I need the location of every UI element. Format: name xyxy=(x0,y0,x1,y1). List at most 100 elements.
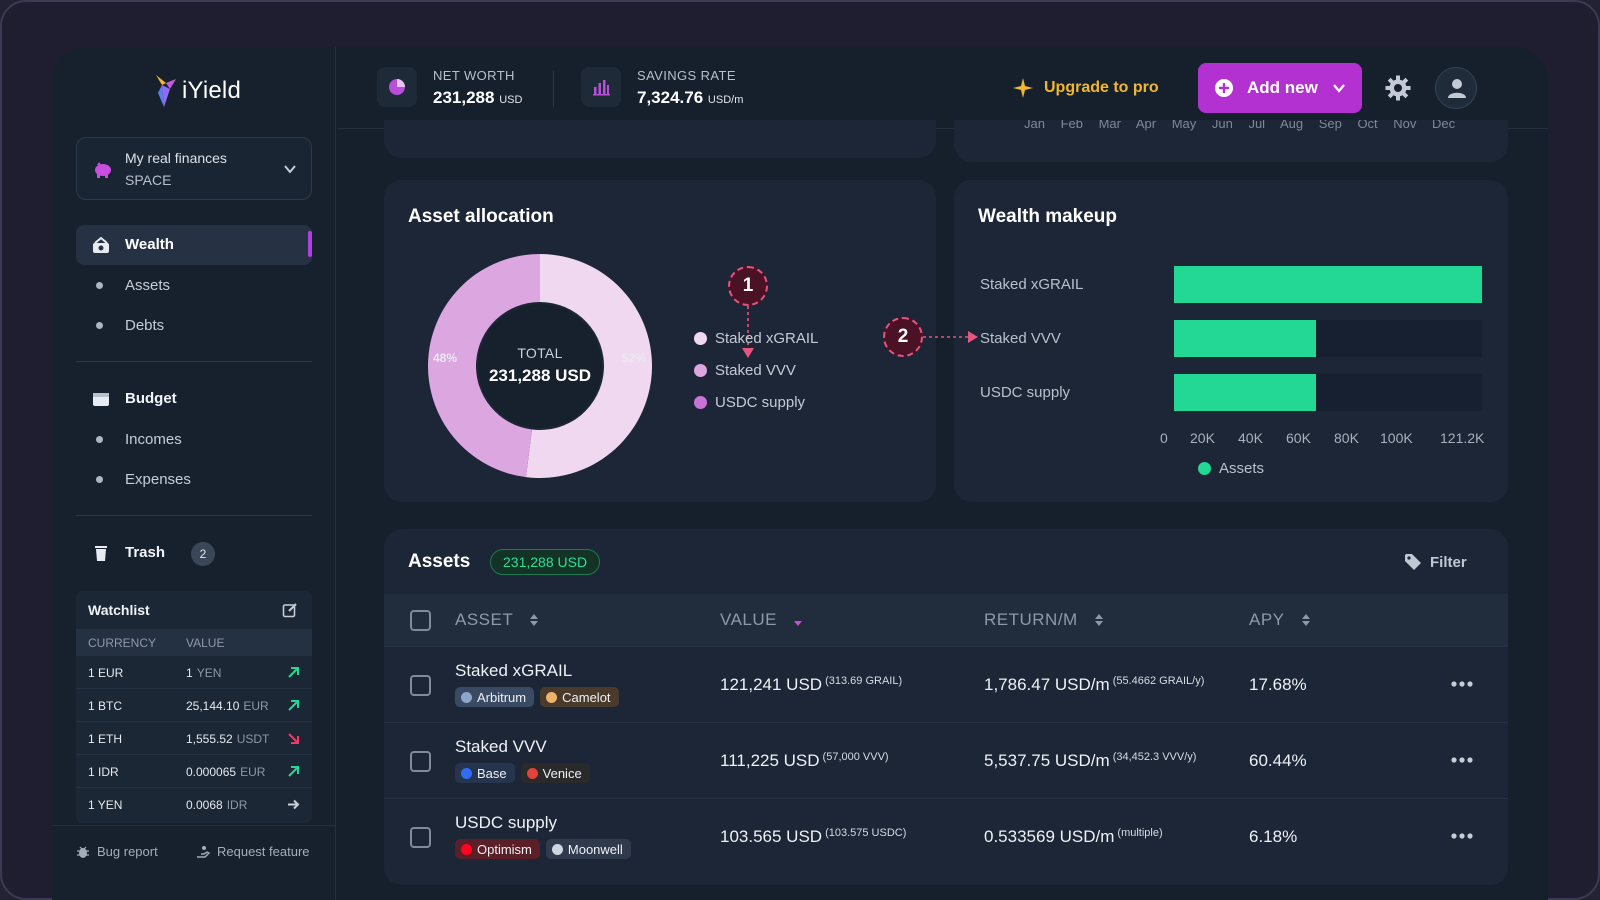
legend-item[interactable]: Staked VVV xyxy=(694,362,796,379)
sidebar-item-expenses[interactable]: Expenses xyxy=(76,463,312,495)
axis-tick-label: 60K xyxy=(1286,430,1311,446)
divider xyxy=(553,71,554,107)
col-apy[interactable]: APY xyxy=(1249,610,1311,630)
edit-icon[interactable] xyxy=(282,602,298,618)
trend-up-icon xyxy=(288,667,299,678)
row-checkbox[interactable] xyxy=(410,675,431,696)
donut-center: TOTAL 231,288 USD xyxy=(478,345,602,386)
gear-icon[interactable] xyxy=(1384,74,1412,102)
protocol-tag[interactable]: Moonwell xyxy=(545,839,631,859)
watchlist-row[interactable]: 1 EUR 1 YEN xyxy=(76,655,312,688)
asset-value: 111,225 USD (57,000 VVV) xyxy=(720,751,889,770)
bug-report-link[interactable]: Bug report xyxy=(76,844,158,859)
bar-label: Staked xGRAIL xyxy=(980,276,1084,293)
watchlist-row[interactable]: 1 ETH 1,555.52 USDT xyxy=(76,721,312,754)
trash-icon xyxy=(95,546,107,561)
sidebar-item-label: Wealth xyxy=(125,236,174,253)
trend-down-icon xyxy=(288,733,299,744)
legend-label: Assets xyxy=(1219,460,1265,477)
row-checkbox[interactable] xyxy=(410,827,431,848)
axis-tick-label: 20K xyxy=(1190,430,1215,446)
protocol-tag[interactable]: Camelot xyxy=(540,687,619,707)
asset-return: 5,537.75 USD/m (34,452.3 VVV/y) xyxy=(984,751,1197,770)
watchlist-row[interactable]: 1 YEN 0.0068 IDR xyxy=(76,787,312,820)
chevron-down-icon xyxy=(1333,84,1345,93)
add-new-button[interactable]: Add new xyxy=(1198,63,1362,113)
more-options-icon[interactable] xyxy=(1451,681,1473,687)
logo[interactable]: iYield xyxy=(152,73,241,109)
previous-card-right: Jan Feb Mar Apr May Jun Jul Aug Sep Oct … xyxy=(954,120,1508,162)
savings-rate-value: 7,324.76 USD/m xyxy=(637,88,744,107)
trash-count-badge: 2 xyxy=(191,542,215,566)
protocol-label: Optimism xyxy=(477,841,532,857)
bar-track xyxy=(1174,374,1482,411)
bar-chart-icon xyxy=(593,80,610,96)
col-value[interactable]: VALUE xyxy=(720,610,803,630)
sidebar-item-label: Budget xyxy=(125,390,177,407)
col-return[interactable]: RETURN/M xyxy=(984,610,1104,630)
asset-tags: Base Venice xyxy=(455,763,590,783)
sidebar-item-budget[interactable]: Budget xyxy=(76,379,312,419)
protocol-label: Arbitrum xyxy=(477,689,527,705)
avatar[interactable] xyxy=(1435,67,1477,109)
upgrade-to-pro-link[interactable]: Upgrade to pro xyxy=(1012,77,1159,99)
protocol-icon xyxy=(461,843,472,855)
sidebar-item-incomes[interactable]: Incomes xyxy=(76,423,312,455)
trend-up-icon xyxy=(288,766,299,777)
watchlist-row[interactable]: 1 BTC 25,144.10 EUR xyxy=(76,688,312,721)
sidebar-item-assets[interactable]: Assets xyxy=(76,269,312,301)
sidebar-item-trash[interactable]: Trash 2 xyxy=(76,533,312,573)
sidebar: iYield My real finances SPACE Wealth Ass… xyxy=(52,47,336,900)
more-options-icon[interactable] xyxy=(1451,833,1473,839)
row-checkbox[interactable] xyxy=(410,751,431,772)
legend-swatch xyxy=(1198,462,1211,475)
protocol-label: Moonwell xyxy=(567,841,623,857)
sidebar-item-label: Incomes xyxy=(125,431,182,448)
sidebar-footer: Bug report Request feature xyxy=(52,825,336,900)
protocol-label: Base xyxy=(477,765,507,781)
sidebar-item-debts[interactable]: Debts xyxy=(76,309,312,341)
bar[interactable] xyxy=(1174,374,1317,411)
add-new-label: Add new xyxy=(1247,78,1318,97)
upgrade-label: Upgrade to pro xyxy=(1044,79,1159,96)
space-name: My real finances xyxy=(125,150,227,166)
bullet-icon xyxy=(96,436,103,443)
protocol-icon xyxy=(461,767,472,779)
bar-label: USDC supply xyxy=(980,384,1071,401)
legend-item[interactable]: Staked xGRAIL xyxy=(694,330,818,347)
select-all-checkbox[interactable] xyxy=(410,610,431,631)
topbar: NET WORTH 231,288 USD SAVINGS RATE 7,324… xyxy=(337,47,1548,129)
filter-button[interactable]: Filter xyxy=(1404,553,1467,571)
sort-icon xyxy=(530,614,539,626)
legend-item[interactable]: USDC supply xyxy=(694,394,805,411)
watchlist-currency: 1 YEN xyxy=(88,798,123,812)
col-asset[interactable]: ASSET xyxy=(455,610,539,630)
donut-total-label: TOTAL xyxy=(517,345,563,361)
request-feature-link[interactable]: Request feature xyxy=(196,844,310,859)
trend-up-icon xyxy=(288,700,299,711)
watchlist-row[interactable]: 1 IDR 0.000065 EUR xyxy=(76,754,312,787)
table-row[interactable]: Staked xGRAIL Arbitrum Camelot 121,241 USD(… xyxy=(384,646,1508,722)
bug-icon xyxy=(77,846,89,858)
more-options-icon[interactable] xyxy=(1451,757,1473,763)
protocol-tag[interactable]: Optimism xyxy=(455,839,540,859)
protocol-tag[interactable]: Arbitrum xyxy=(455,687,535,707)
legend-label: Staked xGRAIL xyxy=(715,330,819,347)
bar[interactable] xyxy=(1174,320,1317,357)
asset-name: USDC supply xyxy=(455,813,558,832)
trend-flat-icon xyxy=(288,799,300,810)
protocol-tag[interactable]: Venice xyxy=(520,763,590,783)
donut-percent-left: 48% xyxy=(433,351,458,365)
protocol-tag[interactable]: Base xyxy=(455,763,515,783)
protocol-icon xyxy=(546,691,558,703)
sidebar-item-wealth[interactable]: Wealth xyxy=(76,225,312,265)
legend-swatch xyxy=(694,332,707,345)
asset-apy: 17.68% xyxy=(1249,675,1307,694)
table-row[interactable]: Staked VVV Base Venice 111,225 USD (57,000 V… xyxy=(384,722,1508,798)
month-axis-labels: Jan Feb Mar Apr May Jun Jul Aug Sep Oct … xyxy=(1024,120,1456,131)
space-selector[interactable]: My real finances SPACE xyxy=(76,137,312,200)
protocol-label: Camelot xyxy=(562,689,611,705)
table-row[interactable]: USDC supply Optimism Moonwell 103.565 USD (1… xyxy=(384,798,1508,874)
bar-track xyxy=(1174,320,1482,357)
bar[interactable] xyxy=(1174,266,1482,303)
